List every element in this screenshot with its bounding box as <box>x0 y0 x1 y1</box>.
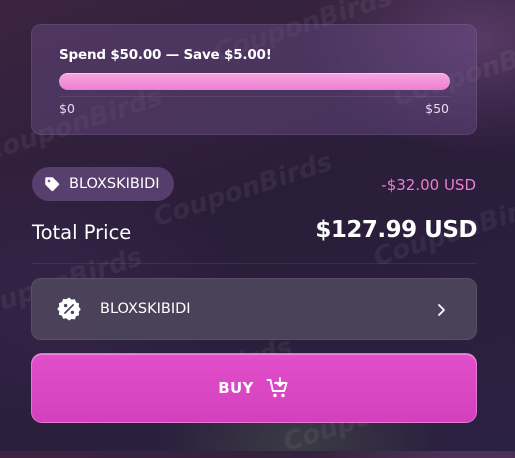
progress-bar <box>59 73 450 90</box>
coupon-selector[interactable]: BLOXSKIBIDI <box>31 278 477 340</box>
watermark: CouponBirds <box>149 146 337 234</box>
chevron-right-icon <box>436 302 446 316</box>
progress-max-label: $50 <box>425 101 449 116</box>
percent-badge-icon <box>56 296 82 322</box>
progress-title: Spend $50.00 — Save $5.00! <box>59 47 272 63</box>
tag-icon <box>43 175 61 193</box>
progress-min-label: $0 <box>59 101 75 116</box>
total-price-label: Total Price <box>32 221 132 244</box>
applied-coupon-chip[interactable]: BLOXSKIBIDI <box>32 167 174 201</box>
coupon-selector-code: BLOXSKIBIDI <box>100 301 191 317</box>
progress-bar-fill <box>59 73 450 90</box>
buy-button-label: BUY <box>218 379 254 397</box>
buy-button[interactable]: BUY <box>31 353 477 423</box>
progress-divider <box>59 96 450 97</box>
total-price-value: $127.99 USD <box>315 217 477 243</box>
spend-progress-card: Spend $50.00 — Save $5.00! $0 $50 <box>31 24 477 135</box>
discount-amount: -$32.00 USD <box>381 176 476 194</box>
section-divider <box>31 263 477 264</box>
cart-add-icon <box>266 377 290 399</box>
applied-coupon-code: BLOXSKIBIDI <box>69 176 160 192</box>
